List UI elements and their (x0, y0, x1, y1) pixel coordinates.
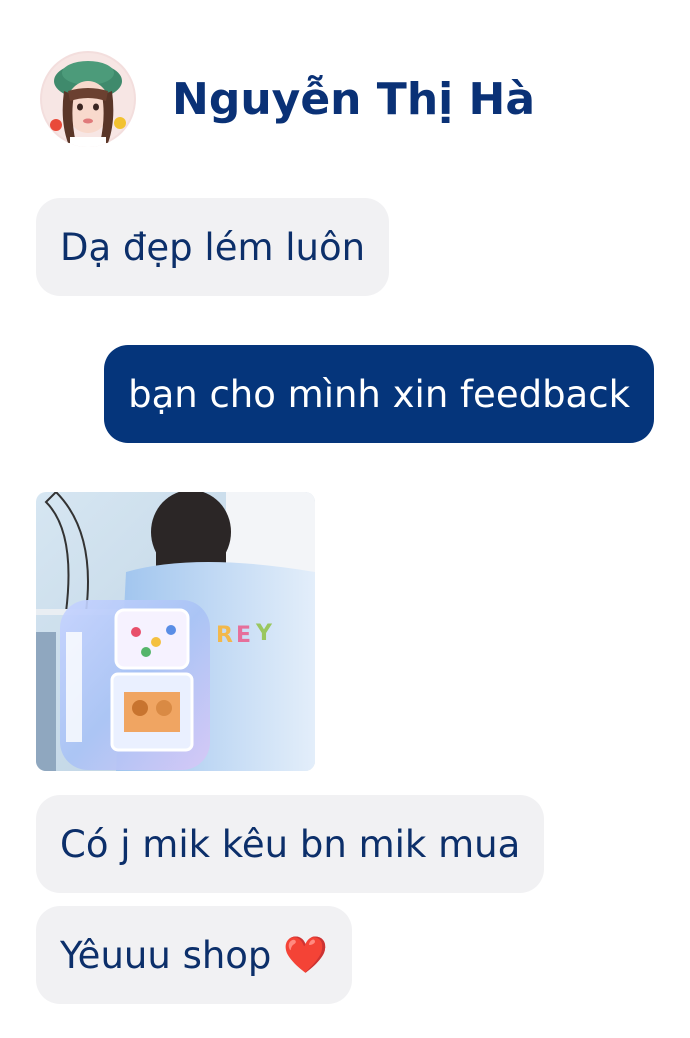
svg-text:R: R (216, 623, 233, 648)
message-photo[interactable]: R E Y (36, 492, 315, 771)
chat-header: Nguyễn Thị Hà (40, 50, 535, 148)
svg-text:Y: Y (255, 621, 273, 646)
message-bubble-outgoing[interactable]: bạn cho mình xin feedback (104, 345, 654, 443)
message-text: Yêuuu shop (60, 933, 272, 977)
heart-emoji-icon: ❤️ (283, 935, 329, 976)
message-text: Có j mik kêu bn mik mua (60, 822, 521, 866)
avatar[interactable] (40, 51, 136, 147)
message-text: Dạ đẹp lém luôn (60, 225, 366, 269)
svg-text:E: E (236, 623, 251, 648)
avatar-image (40, 51, 136, 147)
message-bubble-incoming[interactable]: Có j mik kêu bn mik mua (36, 795, 545, 893)
backpack-photo-image: R E Y (36, 492, 315, 771)
contact-name: Nguyễn Thị Hà (172, 73, 536, 125)
message-bubble-incoming[interactable]: Yêuuu shop ❤️ (36, 906, 353, 1004)
message-text: bạn cho mình xin feedback (128, 372, 630, 416)
message-bubble-incoming[interactable]: Dạ đẹp lém luôn (36, 198, 390, 296)
